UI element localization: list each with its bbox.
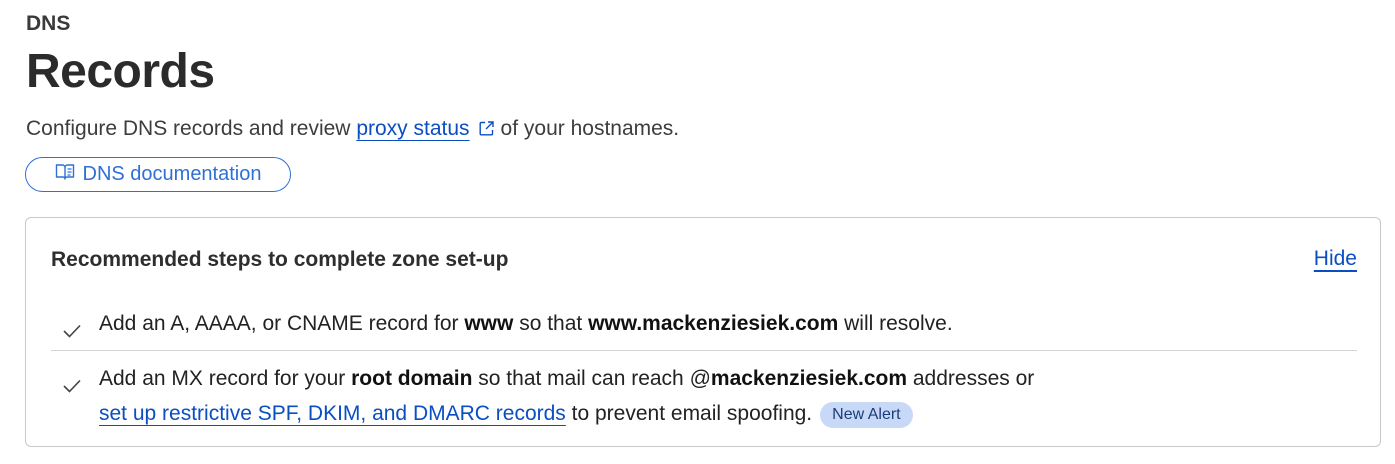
divider: [51, 350, 1357, 351]
step-text-part: addresses or: [912, 367, 1035, 390]
check-icon: [62, 315, 82, 350]
page-description: Configure DNS records and review proxy s…: [26, 117, 679, 143]
recommended-steps-card: Recommended steps to complete zone set-u…: [25, 217, 1381, 447]
step-text-part: so that mail can reach @: [478, 367, 711, 390]
step-mx-record: Add an MX record for your root domain so…: [62, 361, 1034, 431]
description-text-before: Configure DNS records and review: [26, 117, 351, 140]
step-bold-domain: mackenziesiek.com: [710, 367, 908, 390]
step-text-part: Add an MX record for your: [99, 367, 346, 390]
step-bold-www: www: [464, 312, 514, 335]
step-text-part: will resolve.: [844, 312, 953, 335]
page-title: Records: [26, 45, 215, 98]
step-text-part: so that: [519, 312, 583, 335]
recommended-steps-title: Recommended steps to complete zone set-u…: [51, 248, 509, 271]
external-link-icon: [478, 119, 495, 143]
email-security-link[interactable]: set up restrictive SPF, DKIM, and DMARC …: [99, 402, 566, 425]
step-text-part: to prevent email spoofing.: [571, 402, 813, 425]
hide-link[interactable]: Hide: [1314, 247, 1357, 271]
step-bold-root-domain: root domain: [351, 367, 473, 390]
dns-documentation-label: DNS documentation: [82, 163, 262, 185]
step-bold-hostname: www.mackenziesiek.com: [588, 312, 839, 335]
check-icon: [62, 370, 82, 405]
section-label: DNS: [26, 12, 71, 35]
description-text-after: of your hostnames.: [500, 117, 680, 140]
book-icon: [55, 163, 83, 187]
step-www-record: Add an A, AAAA, or CNAME record for www …: [62, 306, 953, 341]
proxy-status-link[interactable]: proxy status: [356, 117, 469, 140]
dns-documentation-button[interactable]: DNS documentation: [25, 157, 291, 192]
step-text: Add an A, AAAA, or CNAME record for www …: [99, 306, 953, 341]
step-text-part: Add an A, AAAA, or CNAME record for: [99, 312, 459, 335]
new-alert-badge: New Alert: [820, 402, 913, 428]
step-text: Add an MX record for your root domain so…: [99, 361, 1034, 431]
